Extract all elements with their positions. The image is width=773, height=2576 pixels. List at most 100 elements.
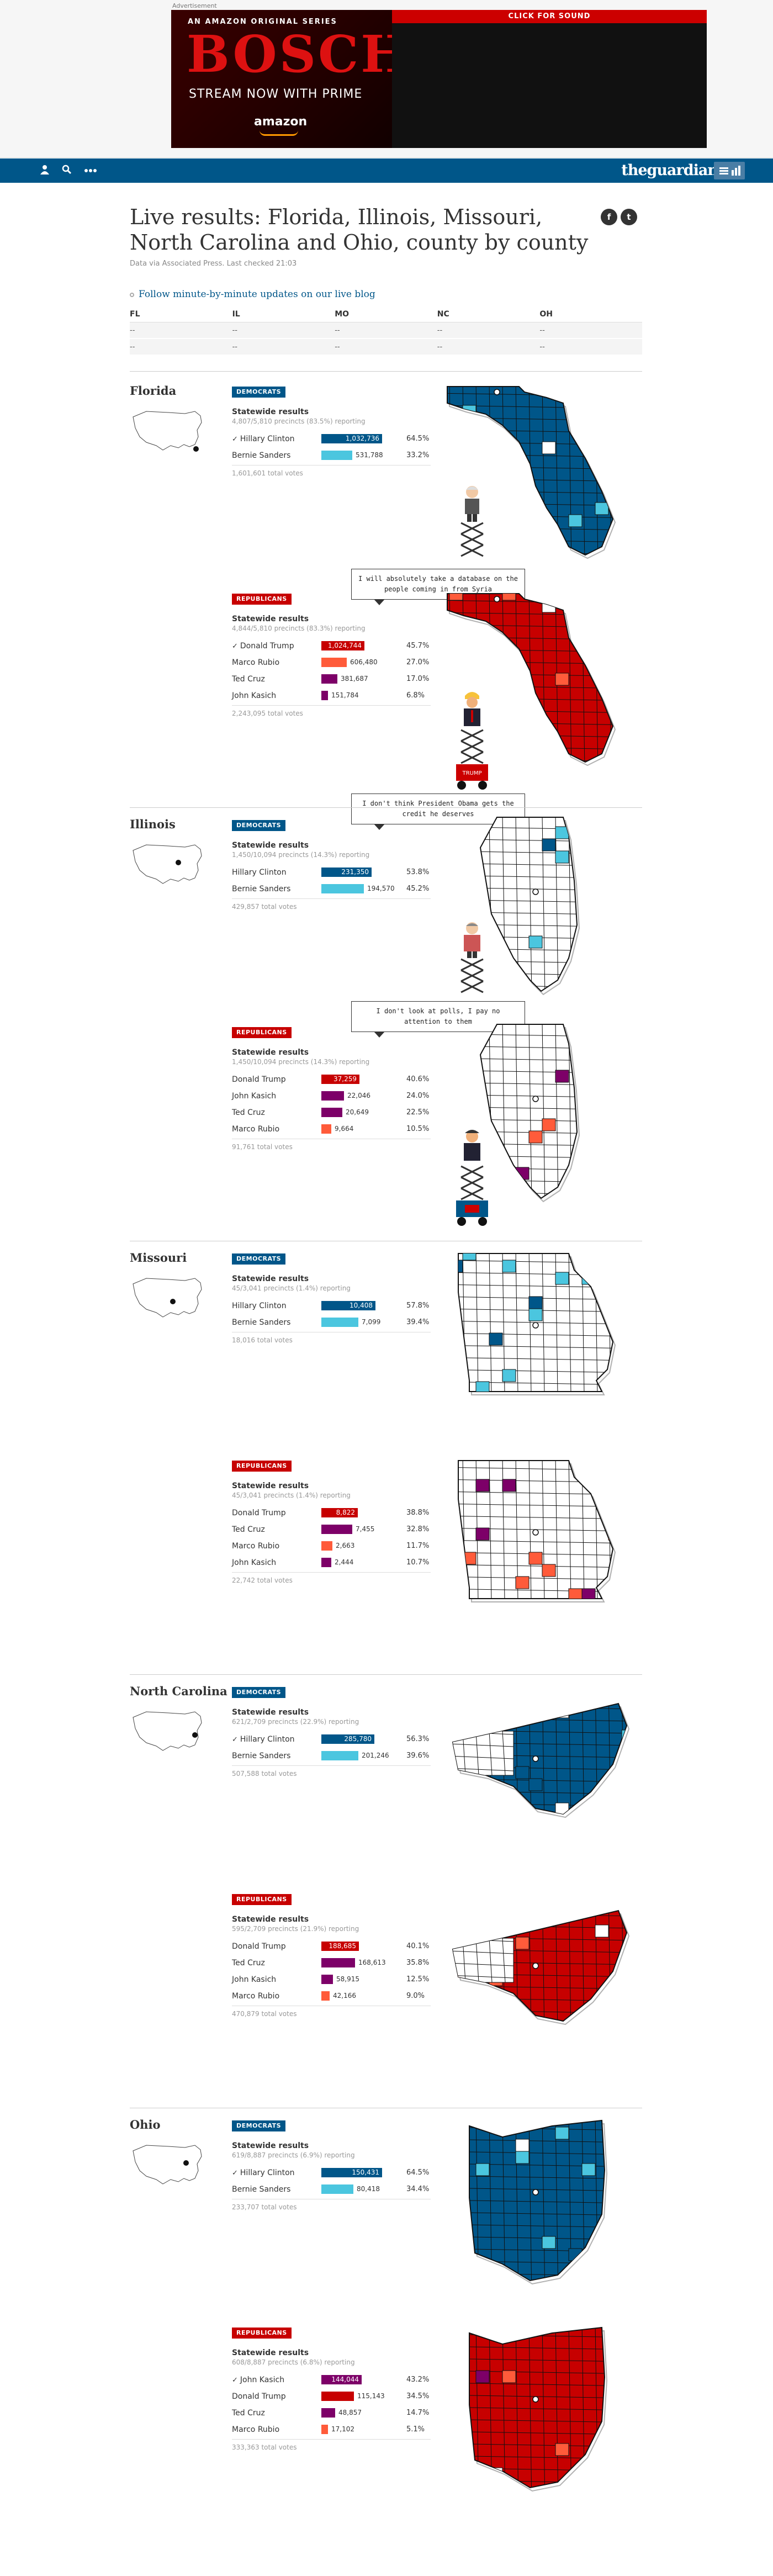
candidate-row: Marco Rubio 42,166 9.0% (232, 1989, 442, 2003)
more-icon[interactable] (83, 165, 98, 177)
candidate-row: Ted Cruz 381,687 17.0% (232, 672, 442, 686)
statewide-heading: Statewide results (232, 1274, 309, 1283)
candidate-name-label: John Kasich (232, 691, 277, 700)
summary-cell: -- (335, 326, 340, 335)
vote-share-bar (321, 1975, 333, 1984)
winner-check-icon: ✓ (232, 2376, 238, 2384)
twitter-share-button[interactable]: t (621, 209, 637, 225)
statewide-heading: Statewide results (232, 2141, 309, 2150)
candidate-votes: 8,822 (336, 1509, 355, 1516)
ad-banner[interactable]: AN AMAZON ORIGINAL SERIES BOSCH STREAM N… (171, 10, 707, 148)
vote-share-bar (321, 2184, 353, 2194)
candidate-row: ✓ John Kasich 144,044 43.2% (232, 2373, 442, 2387)
total-votes: 429,857 total votes (232, 903, 297, 911)
dem-badge: DEMOCRATS (232, 1687, 286, 1698)
candidate-percent: 53.8% (406, 868, 430, 876)
candidate-percent: 40.1% (406, 1942, 430, 1950)
candidate-name-label: Bernie Sanders (232, 885, 291, 893)
total-votes: 22,742 total votes (232, 1577, 293, 1584)
candidate-name: John Kasich (232, 1558, 276, 1567)
statewide-heading: Statewide results (232, 408, 309, 416)
summary-col-fl: FL (130, 310, 140, 319)
candidate-name-label: John Kasich (232, 1092, 277, 1101)
ad-sound-button[interactable]: CLICK FOR SOUND (392, 10, 707, 23)
candidate-votes: 150,431 (352, 2168, 379, 2176)
candidate-name-label: Hillary Clinton (240, 1735, 295, 1744)
candidate-name: John Kasich (232, 1092, 276, 1101)
liveblog-link[interactable]: Follow minute-by-minute updates on our l… (130, 289, 375, 300)
liveblog-link-label: Follow minute-by-minute updates on our l… (139, 289, 375, 300)
candidate-row: ✓ Hillary Clinton 285,780 56.3% (232, 1732, 442, 1747)
candidate-name: Donald Trump (232, 2392, 286, 2401)
menu-icon[interactable] (714, 162, 745, 179)
candidate-votes: 201,246 (362, 1752, 389, 1759)
guardian-logo[interactable]: theguardian (621, 162, 718, 179)
candidate-votes: 58,915 (336, 1975, 359, 1983)
summary-cell: -- (437, 343, 443, 351)
candidate-row: Ted Cruz 48,857 14.7% (232, 2406, 442, 2420)
candidate-votes: 42,166 (333, 1992, 356, 2000)
candidate-name: Bernie Sanders (232, 885, 290, 893)
summary-cell: -- (437, 326, 443, 335)
candidate-percent: 64.5% (406, 2168, 430, 2177)
candidate-percent: 32.8% (406, 1525, 430, 1533)
candidate-row: Hillary Clinton 231,350 53.8% (232, 865, 442, 880)
candidate-name-label: Marco Rubio (232, 1125, 280, 1134)
candidate-votes: 1,024,744 (327, 642, 362, 649)
summary-col-oh: OH (539, 310, 553, 319)
candidate-percent: 38.8% (406, 1509, 430, 1517)
total-votes: 507,588 total votes (232, 1770, 297, 1778)
candidate-votes: 22,046 (347, 1092, 370, 1099)
section-divider (130, 371, 642, 372)
vote-share-bar (321, 1124, 331, 1134)
candidate-name-label: John Kasich (240, 2376, 285, 2384)
site-header: theguardian (0, 158, 773, 183)
statewide-heading: Statewide results (232, 1708, 309, 1717)
state-locator-dot (176, 860, 181, 865)
candidate-row: Ted Cruz 7,455 32.8% (232, 1522, 442, 1537)
candidate-percent: 33.2% (406, 451, 430, 459)
candidate-row: Bernie Sanders 7,099 39.4% (232, 1315, 442, 1330)
candidate-percent: 35.8% (406, 1959, 430, 1967)
search-icon[interactable] (61, 165, 73, 177)
winner-check-icon: ✓ (232, 435, 238, 443)
vote-share-bar (321, 1318, 358, 1327)
summary-row: -- -- -- -- -- (130, 339, 642, 356)
candidate-name-label: Donald Trump (232, 2392, 286, 2401)
candidate-name: John Kasich (232, 1975, 276, 1984)
state-name: North Carolina (130, 1684, 227, 1698)
total-votes: 233,707 total votes (232, 2203, 297, 2211)
facebook-share-button[interactable]: f (601, 209, 617, 225)
vote-share-bar (321, 451, 352, 460)
candidate-name: Hillary Clinton (232, 1302, 287, 1310)
candidate-row: ✓ Donald Trump 1,024,744 45.7% (232, 639, 442, 653)
state-locator-dot (170, 1299, 176, 1304)
ad-amazon-logo: amazon (254, 115, 308, 129)
fl-dem-county-map (447, 386, 616, 559)
state-name: Missouri (130, 1251, 187, 1265)
il-dem-county-map (479, 817, 580, 996)
summary-cell: -- (335, 343, 340, 351)
total-votes: 2,243,095 total votes (232, 710, 303, 717)
candidate-name: Ted Cruz (232, 675, 265, 684)
winner-check-icon: ✓ (232, 1736, 238, 1744)
total-votes: 470,879 total votes (232, 2010, 297, 2018)
profile-icon[interactable] (39, 165, 51, 177)
rep-badge: REPUBLICANS (232, 1461, 292, 1472)
candidate-name-label: Hillary Clinton (232, 1302, 287, 1310)
candidate-row: John Kasich 151,784 6.8% (232, 689, 442, 703)
candidate-name: Ted Cruz (232, 2409, 265, 2418)
candidate-votes: 168,613 (358, 1959, 386, 1966)
candidate-percent: 17.0% (406, 675, 430, 683)
candidate-name: Donald Trump (232, 1075, 286, 1084)
statewide-heading: Statewide results (232, 615, 309, 623)
candidate-row: Bernie Sanders 80,418 34.4% (232, 2182, 442, 2197)
results-divider (232, 1572, 431, 1573)
us-locator-map (133, 2145, 202, 2184)
candidate-name: Bernie Sanders (232, 1318, 290, 1327)
candidate-name-label: Marco Rubio (232, 2425, 280, 2434)
winner-check-icon: ✓ (232, 2169, 238, 2177)
results-divider (232, 2439, 431, 2440)
candidate-votes: 9,664 (335, 1125, 354, 1133)
ad-label: Advertisement (172, 2, 217, 9)
